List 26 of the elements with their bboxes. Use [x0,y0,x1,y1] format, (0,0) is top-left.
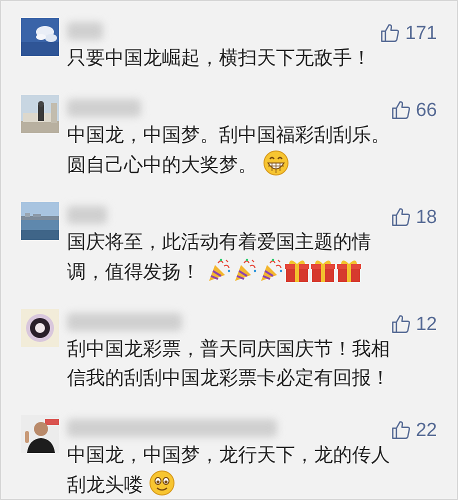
grin-face-icon [263,150,289,176]
like-count: 66 [416,100,437,120]
comment-text: 圆自己心中的大奖梦。 [67,154,257,178]
comment-text: 信我的刮刮中国龙彩票卡必定有回报！ [67,367,390,391]
smiling-face-icon [149,470,175,496]
blurred-name [67,22,103,40]
thumbs-up-icon[interactable] [390,419,412,441]
thumbs-up-icon[interactable] [379,22,402,44]
blurred-name [67,206,107,224]
like-count: 171 [405,24,437,42]
thumbs-up-icon[interactable] [390,313,412,335]
comment-text: 只要中国龙崛起，横扫天下无敌手！ [67,47,371,71]
comment-text: 中国龙，中国梦。刮中国福彩刮刮乐。 [67,124,390,148]
comment-text: 刮龙头喽 [67,474,143,498]
thumbs-up-icon[interactable] [390,99,412,121]
comment-text: 国庆将至，此活动有着爱国主题的情 [67,230,371,255]
party-popper-icon [206,257,232,283]
thumbs-up-icon[interactable] [390,206,412,228]
comment-text: 中国龙，中国梦，龙行天下，龙的传人 [67,444,390,468]
like-count: 18 [416,208,437,226]
party-popper-icon [232,257,258,283]
comment-text: 刮中国龙彩票，普天同庆国庆节！我相 [67,338,390,362]
like-count: 12 [416,314,437,334]
party-popper-icon [258,257,284,283]
comment-text: 调，值得发扬！ [67,261,200,285]
like-count: 22 [416,420,437,440]
